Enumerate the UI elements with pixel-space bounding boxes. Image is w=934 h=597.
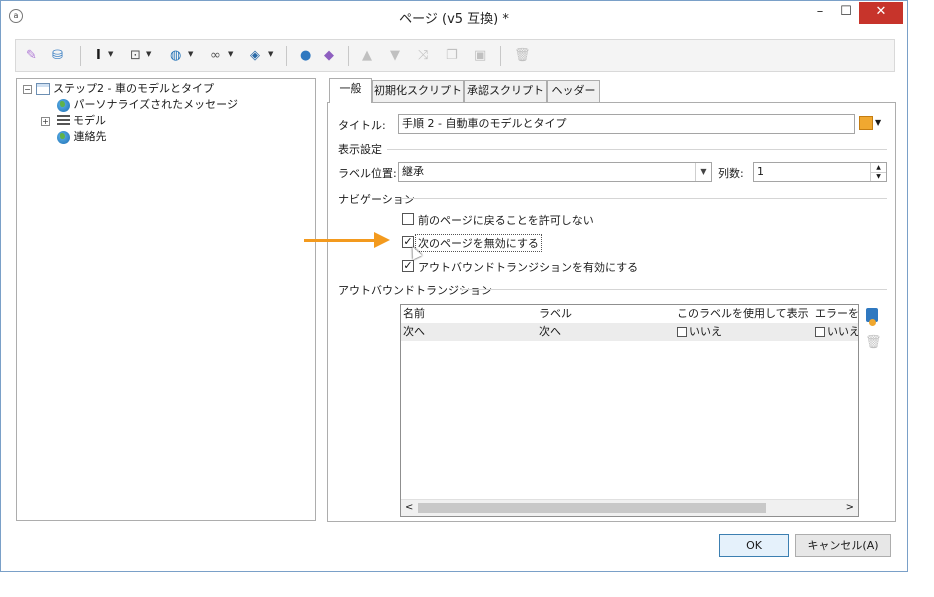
tab-header[interactable]: ヘッダー: [547, 80, 600, 102]
cell-error[interactable]: いいえ: [815, 324, 859, 340]
cell-label: 次へ: [539, 325, 561, 338]
toolbar: ✎ ⛁ I ▼ ⊡ ▼ ◍ ▼ ∞ ▼ ◈ ▼ ● ◆ ▲ ▼ ⤨ ❐ ▣ 🗑: [15, 39, 895, 72]
page-tree[interactable]: − ステップ2 - 車のモデルとタイプ パーソナライズされたメッセージ + モデ…: [16, 78, 316, 521]
use-label-checkbox[interactable]: [677, 327, 687, 337]
enable-outbound-checkbox[interactable]: ✓: [402, 260, 414, 272]
outbound-transitions-grid[interactable]: 名前 ラベル このラベルを使用して表示 エラーを無 次へ 次へ いいえ いいえ …: [400, 304, 859, 517]
list-icon: [56, 115, 70, 127]
disallow-back-label: 前のページに戻ることを許可しない: [418, 214, 594, 227]
cancel-button[interactable]: キャンセル(A): [795, 534, 891, 557]
callout-arrow: [304, 239, 376, 242]
stepper-down-icon[interactable]: ▼: [870, 172, 886, 181]
outbound-heading: アウトバウンドトランジション: [338, 284, 492, 297]
stack-icon[interactable]: ◈: [250, 48, 260, 64]
flow-icon[interactable]: ⊡: [130, 48, 141, 64]
group-divider: [387, 149, 887, 150]
title-label: タイトル:: [338, 119, 386, 132]
add-badge-icon: [869, 319, 876, 326]
maximize-button[interactable]: ☐: [833, 2, 859, 24]
group-divider: [461, 289, 887, 290]
ok-button[interactable]: OK: [719, 534, 789, 557]
form-icon: [35, 83, 50, 95]
tab-init-script[interactable]: 初期化スクリプト: [372, 80, 464, 102]
display-settings-heading: 表示設定: [338, 143, 382, 156]
cell-use-label[interactable]: いいえ: [677, 324, 722, 340]
disable-next-label: 次のページを無効にする: [415, 234, 542, 252]
tree-item-model[interactable]: + モデル: [41, 113, 106, 129]
chevron-down-icon[interactable]: ▼: [695, 163, 711, 181]
tree-item-contact[interactable]: 連絡先: [57, 129, 107, 145]
group-divider: [402, 198, 887, 199]
title-input[interactable]: 手順 2 - 自動車のモデルとタイプ: [398, 114, 855, 134]
cell-name: 次へ: [403, 325, 425, 338]
shapes-icon[interactable]: ◆: [324, 48, 334, 64]
label-position-select[interactable]: 継承 ▼: [398, 162, 712, 182]
minimize-button[interactable]: –: [807, 2, 833, 24]
toolbar-separator: [286, 46, 287, 66]
delete-transition-icon[interactable]: 🗑: [865, 335, 882, 350]
chevron-down-icon[interactable]: ▼: [228, 50, 233, 58]
column-header-label[interactable]: ラベル: [539, 306, 572, 322]
tree-root-label: ステップ2 - 車のモデルとタイプ: [53, 82, 214, 95]
toolbar-separator: [500, 46, 501, 66]
expand-icon[interactable]: +: [41, 116, 50, 126]
label-position-label: ラベル位置:: [338, 167, 397, 180]
wand-icon[interactable]: ✎: [26, 48, 37, 64]
expression-editor-icon[interactable]: [859, 116, 873, 130]
text-cursor-icon[interactable]: I: [96, 48, 101, 64]
tree-item-label: モデル: [73, 114, 106, 127]
chevron-down-icon[interactable]: ▼: [188, 50, 193, 58]
toolbar-separator: [80, 46, 81, 66]
chevron-down-icon[interactable]: ▼: [108, 50, 113, 58]
link-icon[interactable]: ∞: [210, 48, 221, 64]
callout-arrow-head: [374, 232, 390, 248]
cell-use-label-value: いいえ: [689, 325, 722, 338]
disallow-back-checkbox[interactable]: [402, 213, 414, 225]
column-header-name[interactable]: 名前: [403, 306, 425, 322]
collapse-icon[interactable]: −: [23, 84, 32, 94]
tree-root[interactable]: − ステップ2 - 車のモデルとタイプ: [23, 81, 214, 97]
window-title: ページ (v5 互換) *: [399, 12, 509, 27]
globe-icon[interactable]: ◍: [170, 48, 181, 64]
arrow-up-icon[interactable]: ▲: [362, 48, 372, 64]
database-icon[interactable]: ⛁: [52, 48, 63, 64]
trash-icon[interactable]: 🗑: [514, 48, 531, 64]
navigation-heading: ナビゲーション: [338, 193, 415, 206]
tab-approval-script[interactable]: 承認スクリプト: [464, 80, 547, 102]
chevron-down-icon[interactable]: ▼: [875, 118, 881, 127]
horizontal-scrollbar[interactable]: < >: [401, 499, 858, 516]
person-icon[interactable]: ●: [300, 48, 311, 64]
tree-item-personalized[interactable]: パーソナライズされたメッセージ: [57, 97, 238, 113]
table-row[interactable]: 次へ 次へ いいえ いいえ: [401, 323, 858, 341]
enable-outbound-label: アウトバウンドトランジションを有効にする: [418, 261, 639, 274]
columns-value: 1: [757, 165, 764, 178]
paste-icon[interactable]: ▣: [474, 48, 486, 64]
column-header-use-label[interactable]: このラベルを使用して表示: [677, 306, 809, 322]
scroll-left-icon[interactable]: <: [405, 500, 413, 516]
title-bar[interactable]: a ページ (v5 互換) * – ☐ ✕: [1, 1, 907, 31]
column-header-error[interactable]: エラーを無: [815, 306, 858, 322]
tab-general[interactable]: 一般: [329, 78, 372, 103]
globe-icon: [57, 130, 70, 144]
copy-icon[interactable]: ❐: [446, 48, 458, 64]
cell-error-value: いいえ: [827, 325, 859, 338]
chevron-down-icon[interactable]: ▼: [146, 50, 151, 58]
error-checkbox[interactable]: [815, 327, 825, 337]
tree-item-label: パーソナライズされたメッセージ: [73, 98, 238, 111]
close-button[interactable]: ✕: [859, 2, 903, 24]
tree-item-label: 連絡先: [73, 130, 107, 143]
columns-label: 列数:: [718, 167, 744, 180]
label-position-value: 継承: [402, 165, 424, 178]
shuffle-icon[interactable]: ⤨: [418, 48, 428, 64]
globe-icon: [57, 98, 70, 112]
scroll-right-icon[interactable]: >: [846, 500, 854, 516]
columns-stepper[interactable]: 1 ▲ ▼: [753, 162, 887, 182]
toolbar-separator: [348, 46, 349, 66]
arrow-down-icon[interactable]: ▼: [390, 48, 400, 64]
dialog-window: a ページ (v5 互換) * – ☐ ✕ ✎ ⛁ I ▼ ⊡ ▼ ◍ ▼ ∞ …: [0, 0, 908, 572]
scrollbar-thumb[interactable]: [418, 503, 766, 513]
chevron-down-icon[interactable]: ▼: [268, 50, 273, 58]
